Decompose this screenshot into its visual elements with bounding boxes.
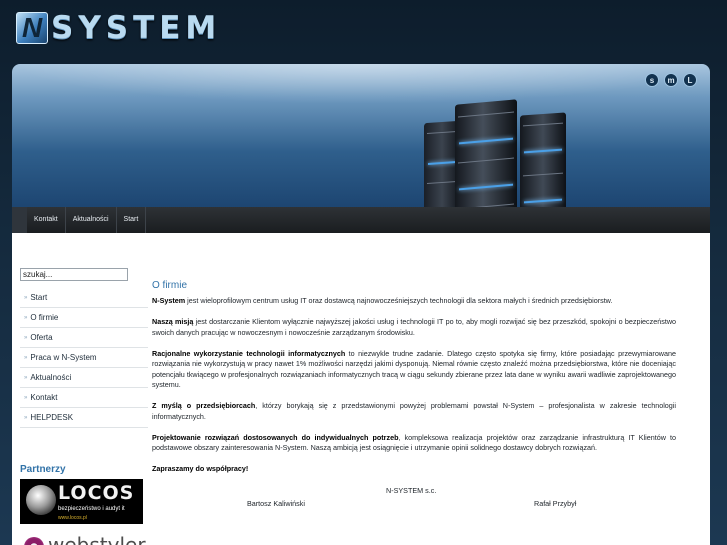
partner-url: www.locos.pl bbox=[58, 515, 87, 521]
sidebar-item-label: Praca w N-System bbox=[30, 353, 97, 362]
partner-name: LOCOS bbox=[58, 482, 135, 504]
sidebar-item-start[interactable]: » Start bbox=[20, 288, 148, 308]
sidebar-item-label: O firmie bbox=[30, 313, 59, 322]
logo-mark-icon: N bbox=[16, 12, 48, 44]
paragraph-solutions: Projektowanie rozwiązań dostosowanych do… bbox=[152, 433, 676, 454]
bullet-icon: » bbox=[24, 354, 28, 361]
sidebar-item-label: HELPDESK bbox=[30, 413, 74, 422]
locos-orb-icon bbox=[26, 485, 56, 515]
header: N SYSTEM s m L bbox=[0, 0, 727, 210]
sidebar-item-o-firmie[interactable]: » O firmie bbox=[20, 308, 148, 328]
signature-block: N-SYSTEM s.c. Bartosz Kaliwiński Rafał P… bbox=[152, 485, 676, 515]
bullet-icon: » bbox=[24, 414, 28, 421]
sidebar-item-helpdesk[interactable]: » HELPDESK bbox=[20, 408, 148, 428]
font-size-small-button[interactable]: s bbox=[645, 73, 659, 87]
webstyler-mark-icon bbox=[24, 537, 44, 545]
partner-logo-webstyler[interactable]: webstyler bbox=[20, 533, 146, 545]
sidebar-menu: » Start » O firmie » Oferta » Praca w N-Syst… bbox=[20, 288, 148, 428]
paragraph-lead: N-System bbox=[152, 296, 186, 305]
server-rack-image bbox=[455, 99, 517, 210]
nav-cap bbox=[12, 207, 27, 233]
sidebar-item-label: Oferta bbox=[30, 333, 53, 342]
partner-name: webstyler bbox=[48, 533, 146, 545]
bullet-icon: » bbox=[24, 294, 28, 301]
bullet-icon: » bbox=[24, 374, 28, 381]
signature-person: Bartosz Kaliwiński bbox=[247, 499, 305, 508]
page-title: O firmie bbox=[152, 280, 187, 291]
search-input[interactable] bbox=[20, 268, 128, 281]
partner-tagline: bezpieczeństwo i audyt it bbox=[58, 506, 125, 512]
paragraph-text: jest dostarczanie Klientom wyłącznie naj… bbox=[152, 317, 677, 337]
partner-logo-locos[interactable]: LOCOS bezpieczeństwo i audyt it www.loco… bbox=[20, 479, 143, 524]
paragraph-lead: Naszą misją bbox=[152, 317, 194, 326]
paragraph-lead: Zapraszamy do współpracy! bbox=[152, 464, 249, 473]
paragraph-lead: Projektowanie rozwiązań dostosowanych do… bbox=[152, 432, 399, 442]
nav-item-start[interactable]: Start bbox=[117, 207, 147, 233]
sidebar-item-oferta[interactable]: » Oferta bbox=[20, 328, 148, 348]
logo-mark-letter: N bbox=[22, 12, 43, 43]
font-size-medium-button[interactable]: m bbox=[664, 73, 678, 87]
bullet-icon: » bbox=[24, 394, 28, 401]
signature-person: Rafał Przybył bbox=[534, 499, 577, 508]
server-rack-image bbox=[520, 112, 566, 210]
paragraph-lead: Z myślą o przedsiębiorcach bbox=[152, 401, 256, 410]
bullet-icon: » bbox=[24, 314, 28, 321]
logo-text: SYSTEM bbox=[51, 10, 222, 46]
sidebar-item-label: Start bbox=[30, 293, 48, 302]
company-name: N-SYSTEM s.c. bbox=[386, 486, 437, 495]
nav-item-aktualnosci[interactable]: Aktualności bbox=[66, 207, 117, 233]
nav-item-kontakt[interactable]: Kontakt bbox=[27, 207, 66, 233]
paragraph-mission: Naszą misją jest dostarczanie Klientom w… bbox=[152, 317, 676, 338]
paragraph-technology: Racjonalne wykorzystanie technologii inf… bbox=[152, 349, 676, 391]
site-logo[interactable]: N SYSTEM bbox=[16, 10, 221, 46]
main-content: O firmie N-System jest wieloprofilowym c… bbox=[152, 280, 676, 515]
font-size-large-button[interactable]: L bbox=[683, 73, 697, 87]
header-banner bbox=[12, 64, 710, 210]
paragraph-text: jest wieloprofilowym centrum usług IT or… bbox=[185, 296, 613, 305]
font-size-switcher: s m L bbox=[645, 73, 697, 87]
paragraph-intro: N-System jest wieloprofilowym centrum us… bbox=[152, 296, 676, 307]
paragraph-lead: Racjonalne wykorzystanie technologii inf… bbox=[152, 348, 346, 358]
top-nav: Kontakt Aktualności Start bbox=[27, 207, 710, 233]
sidebar-item-praca[interactable]: » Praca w N-System bbox=[20, 348, 148, 368]
sidebar: »Start »O firmie »Oferta »Praca w N-Syst… bbox=[20, 264, 148, 545]
content-panel: »Start »O firmie »Oferta »Praca w N-Syst… bbox=[12, 233, 710, 545]
sidebar-item-label: Kontakt bbox=[30, 393, 58, 402]
paragraph-entrepreneurs: Z myślą o przedsiębiorcach, którzy boryk… bbox=[152, 401, 676, 422]
sidebar-item-aktualnosci[interactable]: » Aktualności bbox=[20, 368, 148, 388]
paragraph-invite: Zapraszamy do współpracy! bbox=[152, 464, 676, 475]
sidebar-item-label: Aktualności bbox=[30, 373, 72, 382]
partners-heading: Partnerzy bbox=[20, 464, 66, 475]
bullet-icon: » bbox=[24, 334, 28, 341]
sidebar-item-kontakt[interactable]: » Kontakt bbox=[20, 388, 148, 408]
